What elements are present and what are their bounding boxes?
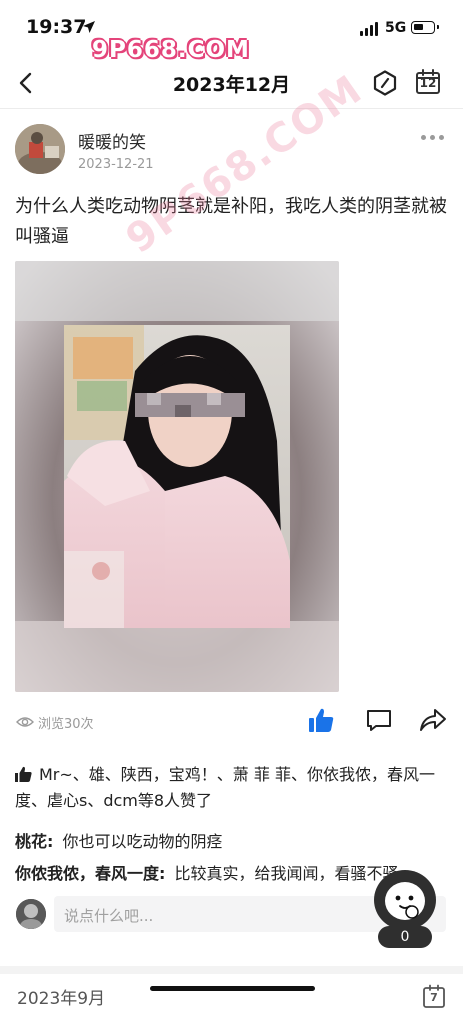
- likes-text: Mr~、雄、陕西，宝鸡！、萧 菲 菲、你依我侬，春风一度、虐心s、dcm等8人赞…: [15, 765, 435, 810]
- comment-author: 桃花:: [15, 832, 54, 851]
- comment-item[interactable]: 桃花: 你也可以吃动物的阴痉: [15, 828, 223, 852]
- post-image[interactable]: [15, 261, 339, 692]
- hexagon-icon[interactable]: [371, 69, 399, 97]
- eye-icon: [16, 717, 34, 727]
- comment-text: 你也可以吃动物的阴痉: [62, 832, 223, 851]
- network-type: 5G: [385, 20, 407, 36]
- thumbs-up-icon[interactable]: [307, 706, 335, 734]
- next-month-title: 2023年9月: [17, 989, 106, 1009]
- home-indicator: [150, 986, 315, 991]
- nav-bar: 2023年12月 12: [0, 62, 463, 106]
- user-avatar: [16, 899, 46, 929]
- comment-icon[interactable]: [366, 708, 392, 732]
- view-count: 浏览30次: [38, 717, 94, 732]
- likes-summary: Mr~、雄、陕西，宝鸡！、萧 菲 菲、你依我侬，春风一度、虐心s、dcm等8人赞…: [15, 762, 450, 814]
- watermark-logo: 9P668.COM: [92, 37, 250, 63]
- signal-icon: [360, 22, 380, 36]
- calendar-day: 12: [419, 76, 437, 90]
- mascot-icon: [385, 882, 425, 920]
- battery-icon: [411, 21, 439, 34]
- more-icon[interactable]: [420, 133, 446, 143]
- comment-item[interactable]: 你侬我侬，春风一度: 比较真实，给我闻闻，看骚不骚: [15, 860, 399, 884]
- comment-placeholder: 说点什么吧...: [64, 907, 154, 925]
- header-divider: [0, 108, 463, 109]
- section-separator: [0, 966, 463, 974]
- next-calendar-button[interactable]: 7: [422, 984, 446, 1008]
- thumbs-up-small-icon: [15, 766, 32, 782]
- post-date: 2023-12-21: [78, 157, 154, 172]
- share-icon[interactable]: [419, 707, 447, 733]
- status-time: 19:37: [26, 16, 87, 38]
- comment-text: 比较真实，给我闻闻，看骚不骚: [174, 864, 399, 883]
- next-calendar-day: 7: [430, 991, 438, 1004]
- avatar[interactable]: [15, 124, 65, 174]
- calendar-button[interactable]: 12: [414, 68, 442, 96]
- location-arrow-icon: [83, 21, 95, 33]
- floating-assistant-button[interactable]: [374, 870, 436, 930]
- assistant-badge: 0: [378, 926, 432, 948]
- author-name[interactable]: 暖暖的笑: [78, 128, 146, 153]
- comment-author: 你侬我侬，春风一度:: [15, 864, 166, 883]
- post-text: 为什么人类吃动物阴茎就是补阳，我吃人类的阴茎就被叫骚逼: [15, 196, 447, 247]
